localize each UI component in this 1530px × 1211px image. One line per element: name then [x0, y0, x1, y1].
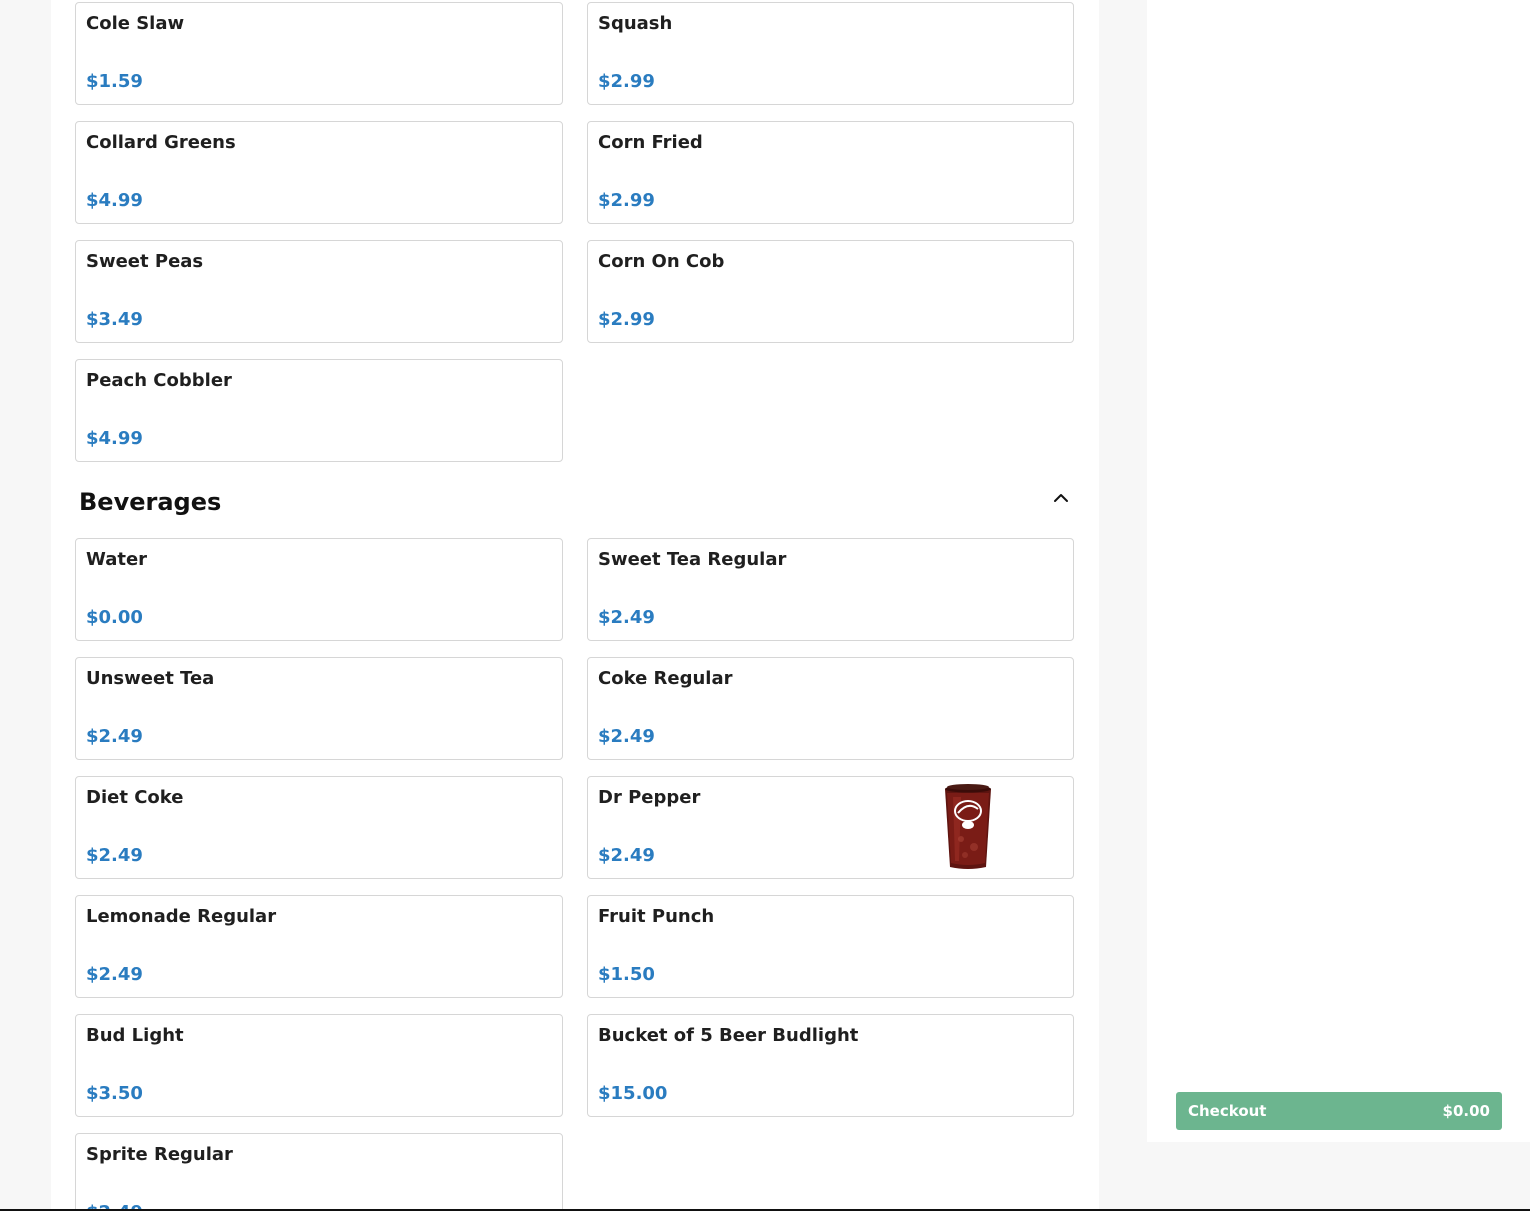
menu-item-card[interactable]: Collard Greens $4.99 — [75, 121, 563, 224]
item-price: $2.49 — [86, 964, 143, 985]
item-price: $15.00 — [598, 1083, 668, 1104]
menu-item-card[interactable]: Unsweet Tea $2.49 — [75, 657, 563, 760]
menu-item-card[interactable]: Squash $2.99 — [587, 2, 1074, 105]
menu-item-card[interactable]: Fruit Punch $1.50 — [587, 895, 1074, 998]
menu-item-card[interactable]: Coke Regular $2.49 — [587, 657, 1074, 760]
menu-item-card[interactable]: Cole Slaw $1.59 — [75, 2, 563, 105]
menu-item-card[interactable]: Bucket of 5 Beer Budlight $15.00 — [587, 1014, 1074, 1117]
item-price: $2.99 — [598, 309, 655, 330]
item-name: Bud Light — [86, 1025, 184, 1046]
menu-item-card[interactable]: Diet Coke $2.49 — [75, 776, 563, 879]
item-name: Unsweet Tea — [86, 668, 215, 689]
item-price: $2.99 — [598, 71, 655, 92]
menu-item-card[interactable]: Peach Cobbler $4.99 — [75, 359, 563, 462]
item-price: $3.50 — [86, 1083, 143, 1104]
menu-item-card[interactable]: Dr Pepper $2.49 — [587, 776, 1074, 879]
item-price: $2.49 — [86, 845, 143, 866]
section-title: Beverages — [79, 488, 222, 516]
menu-item-card[interactable]: Corn Fried $2.99 — [587, 121, 1074, 224]
menu-item-card[interactable]: Sweet Tea Regular $2.49 — [587, 538, 1074, 641]
menu-item-card[interactable]: Corn On Cob $2.99 — [587, 240, 1074, 343]
item-name: Cole Slaw — [86, 13, 185, 34]
item-name: Collard Greens — [86, 132, 236, 153]
item-name: Diet Coke — [86, 787, 184, 808]
beverages-grid: Water $0.00 Sweet Tea Regular $2.49 Unsw… — [75, 538, 1074, 1211]
item-price: $2.49 — [598, 607, 655, 628]
item-price: $2.49 — [598, 726, 655, 747]
checkout-label: Checkout — [1188, 1102, 1267, 1120]
item-price: $1.59 — [86, 71, 143, 92]
beverages-section-header[interactable]: Beverages — [75, 480, 1074, 528]
item-name: Corn On Cob — [598, 251, 725, 272]
item-name: Corn Fried — [598, 132, 703, 153]
menu-item-card[interactable]: Water $0.00 — [75, 538, 563, 641]
menu-item-card[interactable]: Lemonade Regular $2.49 — [75, 895, 563, 998]
item-name: Fruit Punch — [598, 906, 715, 927]
item-price: $2.99 — [598, 190, 655, 211]
item-price: $2.49 — [86, 726, 143, 747]
item-name: Sprite Regular — [86, 1144, 233, 1165]
item-name: Sweet Tea Regular — [598, 549, 787, 570]
item-name: Water — [86, 549, 148, 570]
item-price: $4.99 — [86, 428, 143, 449]
chevron-up-icon[interactable] — [1048, 484, 1074, 510]
item-name: Peach Cobbler — [86, 370, 232, 391]
item-name: Dr Pepper — [598, 787, 701, 808]
item-name: Bucket of 5 Beer Budlight — [598, 1025, 859, 1046]
menu-item-card[interactable]: Sweet Peas $3.49 — [75, 240, 563, 343]
menu-item-card[interactable]: Bud Light $3.50 — [75, 1014, 563, 1117]
item-price: $0.00 — [86, 607, 143, 628]
item-price: $2.49 — [598, 845, 655, 866]
item-price: $3.49 — [86, 309, 143, 330]
page: Cole Slaw $1.59 Squash $2.99 Collard Gre… — [0, 0, 1530, 1211]
dr-pepper-cup-image — [943, 783, 993, 871]
sides-grid: Cole Slaw $1.59 Squash $2.99 Collard Gre… — [75, 2, 1074, 462]
item-name: Coke Regular — [598, 668, 733, 689]
menu-panel: Cole Slaw $1.59 Squash $2.99 Collard Gre… — [51, 0, 1099, 1211]
checkout-total: $0.00 — [1442, 1102, 1490, 1120]
cart-panel: Checkout $0.00 — [1147, 0, 1530, 1142]
item-name: Sweet Peas — [86, 251, 204, 272]
item-name: Squash — [598, 13, 673, 34]
item-price: $1.50 — [598, 964, 655, 985]
item-name: Lemonade Regular — [86, 906, 277, 927]
item-price: $4.99 — [86, 190, 143, 211]
checkout-button[interactable]: Checkout $0.00 — [1176, 1092, 1502, 1130]
menu-item-card[interactable]: Sprite Regular $2.49 — [75, 1133, 563, 1211]
